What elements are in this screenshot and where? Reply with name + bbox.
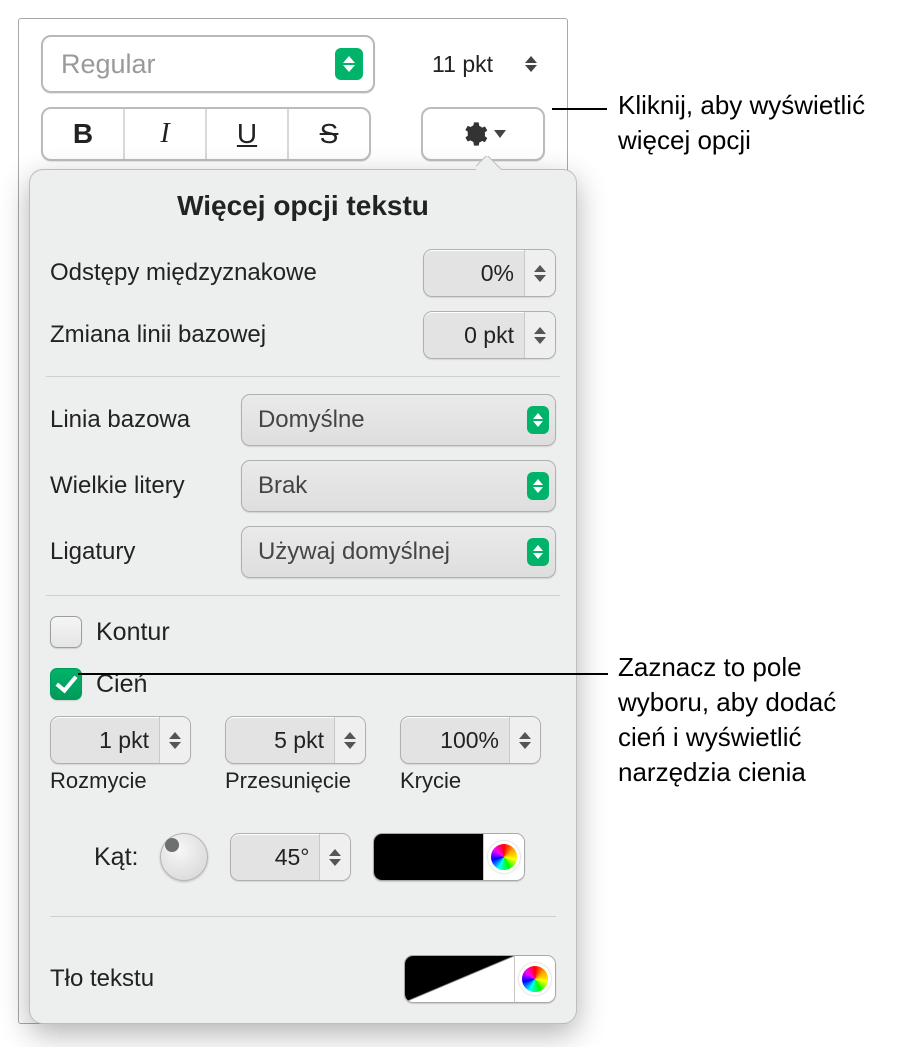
opacity-label: Krycie [400, 768, 461, 794]
more-options-button[interactable] [421, 107, 545, 161]
offset-stepper[interactable]: 5 pkt [225, 716, 366, 764]
italic-button[interactable]: I [125, 109, 207, 159]
color-wheel-icon [519, 963, 551, 995]
blur-label: Rozmycie [50, 768, 147, 794]
angle-dial[interactable] [160, 833, 208, 881]
text-style-segment: B I U S [41, 107, 371, 161]
offset-value: 5 pkt [226, 727, 334, 754]
font-size-value: 11 pkt [432, 51, 493, 78]
caps-value: Brak [258, 472, 307, 500]
text-bg-color-well[interactable] [404, 955, 556, 1003]
callout-line [552, 108, 607, 110]
baseline-shift-value: 0 pkt [424, 322, 524, 349]
chevron-up-down-icon [527, 406, 549, 434]
font-size-field[interactable]: 11 pkt [393, 37, 499, 91]
shadow-color-well[interactable] [373, 833, 525, 881]
divider [46, 595, 560, 596]
opacity-stepper[interactable]: 100% [400, 716, 541, 764]
stepper-icon [509, 717, 540, 763]
baseline-shift-label: Zmiana linii bazowej [50, 321, 266, 349]
bold-button[interactable]: B [43, 109, 125, 159]
text-bg-label: Tło tekstu [50, 965, 154, 993]
ligatures-select[interactable]: Używaj domyślnej [241, 526, 556, 578]
baseline-select[interactable]: Domyślne [241, 394, 556, 446]
blur-stepper[interactable]: 1 pkt [50, 716, 191, 764]
char-spacing-value: 0% [424, 260, 524, 287]
callout-line [78, 673, 608, 675]
divider [46, 376, 560, 377]
color-picker-button[interactable] [514, 956, 555, 1002]
blur-value: 1 pkt [51, 727, 159, 754]
color-wheel-icon [488, 841, 520, 873]
font-row: Regular 11 pkt [19, 19, 567, 101]
stepper-icon [319, 834, 350, 880]
char-spacing-label: Odstępy międzyznakowe [50, 259, 317, 287]
gear-icon [460, 120, 488, 148]
shadow-controls: 1 pkt Rozmycie 5 pkt Przesunięcie 100% [50, 710, 556, 794]
outline-checkbox[interactable] [50, 616, 82, 648]
baseline-shift-stepper[interactable]: 0 pkt [423, 311, 556, 359]
stepper-icon [524, 250, 555, 296]
ligatures-label: Ligatury [50, 538, 215, 566]
baseline-value: Domyślne [258, 406, 365, 434]
char-spacing-stepper[interactable]: 0% [423, 249, 556, 297]
callout-shadow: Zaznacz to pole wyboru, aby dodać cień i… [618, 650, 888, 790]
callout-gear: Kliknij, aby wyświetlić więcej opcji [618, 88, 888, 158]
opacity-value: 100% [401, 727, 509, 754]
chevron-up-down-icon [527, 538, 549, 566]
stepper-icon [159, 717, 190, 763]
angle-label: Kąt: [94, 843, 138, 872]
stepper-icon [524, 312, 555, 358]
chevron-up-down-icon [527, 472, 549, 500]
offset-label: Przesunięcie [225, 768, 351, 794]
angle-row: Kąt: 45° [50, 812, 556, 902]
format-panel: Regular 11 pkt B I U S Więcej opcji teks… [18, 18, 568, 1024]
popover-title: Więcej opcji tekstu [30, 170, 576, 238]
divider [50, 916, 556, 917]
more-text-options-popover: Więcej opcji tekstu Odstępy międzyznakow… [29, 169, 577, 1024]
outline-label: Kontur [96, 618, 170, 647]
underline-button[interactable]: U [207, 109, 289, 159]
font-size-stepper[interactable] [517, 48, 545, 80]
angle-value: 45° [231, 844, 319, 871]
stepper-icon [334, 717, 365, 763]
ligatures-value: Używaj domyślnej [258, 538, 450, 566]
color-picker-button[interactable] [483, 834, 524, 880]
chevron-down-icon [494, 130, 506, 138]
strike-button[interactable]: S [289, 109, 369, 159]
angle-stepper[interactable]: 45° [230, 833, 351, 881]
caps-select[interactable]: Brak [241, 460, 556, 512]
font-style-select[interactable]: Regular [41, 35, 375, 93]
font-style-value: Regular [61, 49, 156, 80]
popover-arrow [476, 156, 504, 170]
color-swatch [374, 834, 483, 880]
dial-dot-icon [165, 838, 179, 852]
color-swatch-none [405, 956, 514, 1002]
caps-label: Wielkie litery [50, 472, 215, 500]
chevron-up-down-icon [335, 48, 363, 80]
baseline-label: Linia bazowa [50, 406, 215, 434]
